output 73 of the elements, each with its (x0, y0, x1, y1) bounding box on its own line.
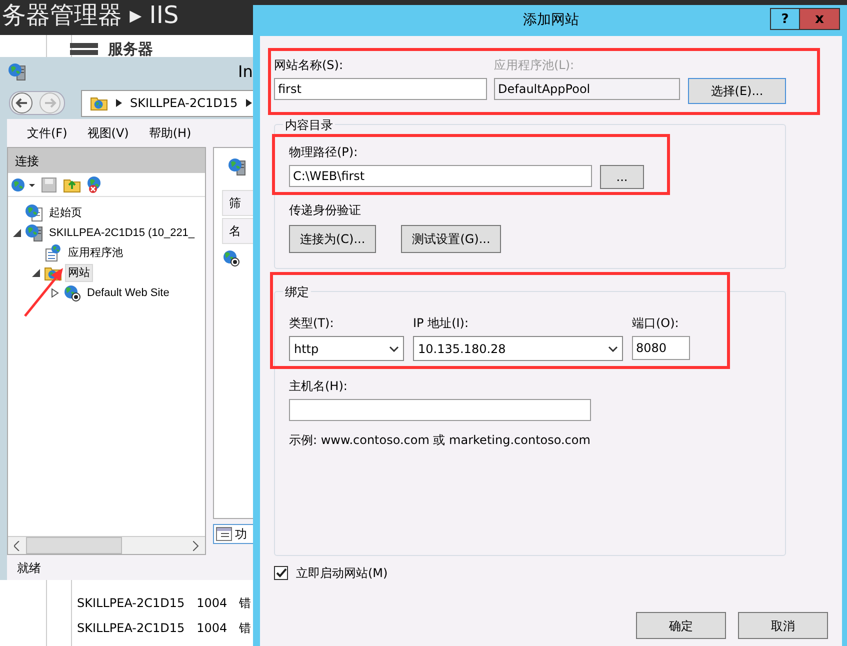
section-heading: 服务器 (108, 39, 153, 60)
input-field[interactable] (289, 399, 591, 421)
address-text: SKILLPEA-2C1D15 (130, 95, 238, 112)
window-title: In (238, 61, 253, 83)
table-cell-text: 错 (239, 620, 252, 636)
collapse-icon[interactable] (31, 268, 41, 278)
select-button[interactable]: 选择(E)... (688, 78, 786, 104)
table-cell-text: SKILLPEA-2C1D15 (77, 594, 185, 612)
menu-item[interactable]: 视图(V) (87, 124, 129, 142)
chevron-icon (246, 99, 252, 107)
back-forward-buttons-drawing[interactable] (9, 89, 65, 117)
app-icon (8, 63, 26, 81)
save-icon[interactable] (41, 176, 57, 192)
expand-icon[interactable] (50, 288, 60, 298)
panel-header: 连接 (8, 148, 205, 173)
dialog-button[interactable]: 取消 (738, 612, 828, 639)
chevron-icon (116, 99, 122, 107)
input-field[interactable]: 8080 (632, 336, 690, 360)
scroll-left-icon[interactable] (14, 540, 20, 550)
start-page-icon (25, 204, 43, 222)
table-cell-text: 错 (239, 594, 252, 612)
input-field[interactable]: first (274, 78, 487, 100)
checkbox-label: 立即启动网站(M) (296, 565, 388, 582)
table-cell-text: 1004 (196, 594, 228, 612)
field-label: IP 地址(I): (413, 315, 470, 332)
scrollbar[interactable] (8, 536, 205, 554)
server-icon (70, 41, 100, 58)
example-text: 示例: www.contoso.com 或 marketing.contoso.com (289, 432, 592, 449)
tree-item[interactable]: 应用程序池 (65, 244, 126, 262)
annotation-arrow (23, 266, 65, 318)
table-cell-text: SKILLPEA-2C1D15 (77, 620, 185, 636)
chevron-down-icon (389, 346, 399, 352)
window-title: 务器管理器 ▸ IIS (2, 3, 179, 27)
folder-icon (90, 95, 108, 111)
dialog-button[interactable]: 连接为(C)... (289, 225, 376, 253)
folder-up-icon[interactable] (63, 176, 81, 192)
field-label: 物理路径(P): (289, 144, 359, 161)
dialog-button[interactable]: 确定 (636, 612, 726, 639)
field-label: 类型(T): (289, 315, 335, 332)
field-label: 网站名称(S): (274, 57, 344, 74)
close-button[interactable]: x (800, 8, 840, 30)
dialog-title: 添加网站 (523, 11, 579, 30)
input-field[interactable]: C:\WEB\first (289, 165, 592, 187)
app-pool-icon (44, 244, 62, 262)
menu-item[interactable]: 帮助(H) (148, 124, 192, 142)
connect-icon[interactable] (11, 176, 35, 192)
globe-icon (63, 284, 81, 302)
globe-icon (222, 248, 240, 267)
menu-item[interactable]: 文件(F) (27, 124, 68, 142)
table-cell-text: 1004 (196, 620, 228, 636)
tree-item[interactable]: 起始页 (46, 204, 85, 222)
field-label: 传递身份验证 (289, 202, 362, 219)
help-button[interactable]: ? (770, 8, 800, 30)
tree-item[interactable]: Default Web Site (84, 284, 172, 302)
group-label: 绑定 (283, 283, 311, 301)
list-icon (216, 527, 232, 541)
scroll-right-icon[interactable] (193, 540, 199, 550)
dialog-button[interactable]: 测试设置(G)... (401, 225, 502, 253)
checkbox[interactable] (274, 566, 288, 580)
tree-item[interactable]: 网站 (65, 264, 93, 282)
dropdown[interactable]: http (289, 336, 404, 361)
browse-button[interactable]: ... (600, 165, 644, 189)
field-label: 端口(O): (632, 315, 680, 332)
address-bar[interactable]: SKILLPEA-2C1D15 (81, 90, 256, 116)
filter-label: 筛 (229, 195, 241, 212)
server-icon (25, 224, 43, 242)
collapse-icon[interactable] (12, 228, 22, 238)
dropdown[interactable]: 10.135.180.28 (413, 336, 623, 361)
field-label: 应用程序池(L): (494, 57, 576, 74)
tree-item[interactable]: SKILLPEA-2C1D15 (10_221_ (46, 224, 198, 242)
chevron-down-icon (608, 346, 618, 352)
field-label: 主机名(H): (289, 378, 348, 395)
status-text: 就绪 (17, 560, 41, 576)
